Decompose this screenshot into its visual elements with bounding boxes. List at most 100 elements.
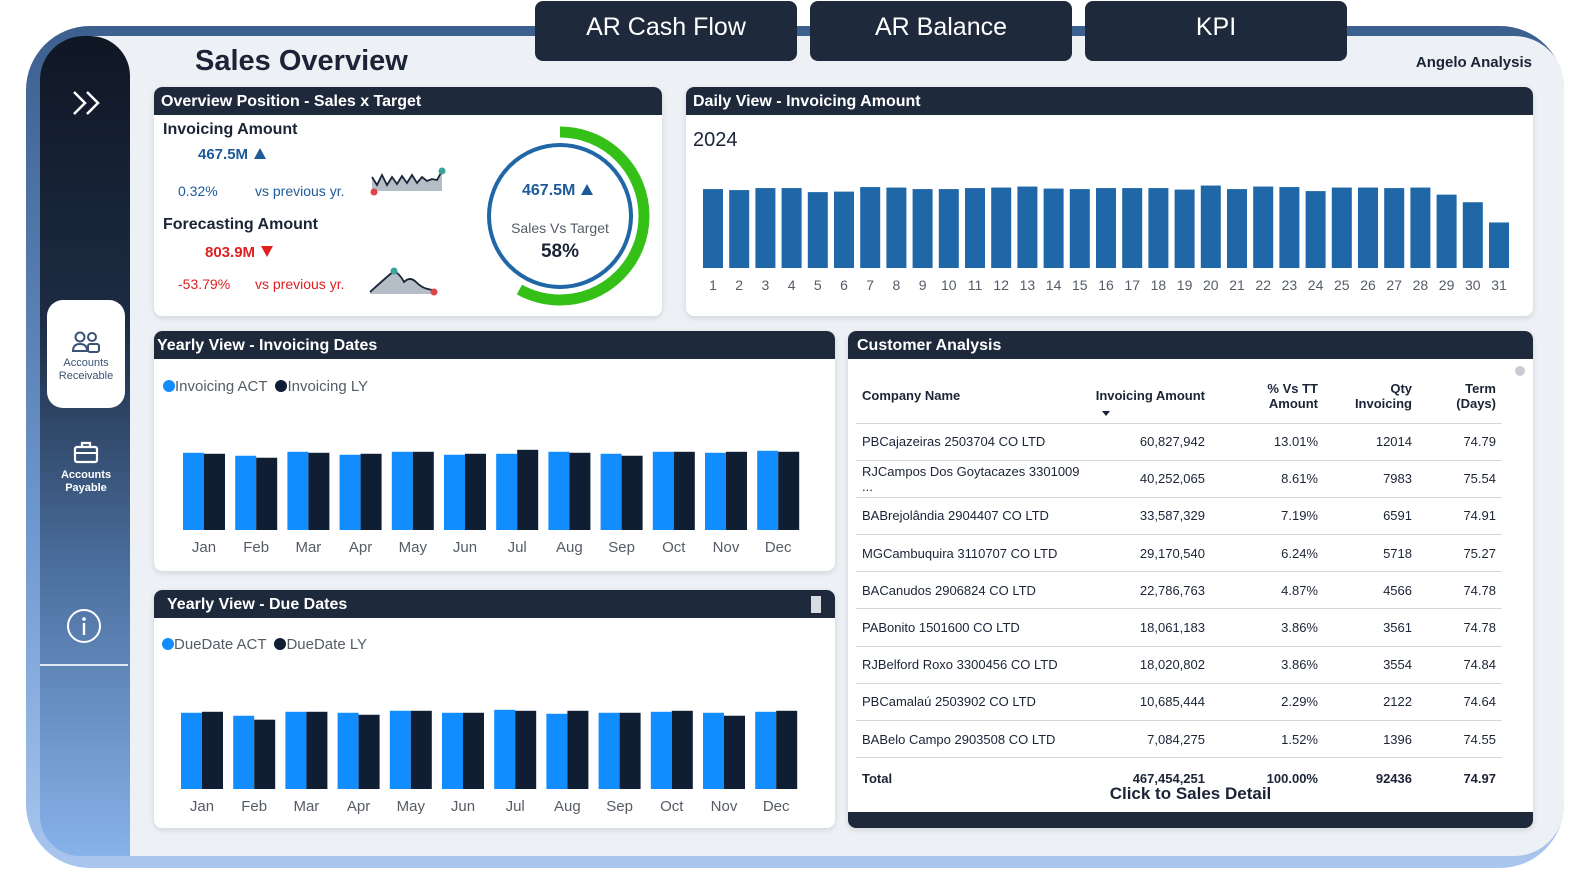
qty-invoicing-cell: 5718	[1324, 534, 1418, 572]
tab-kpi[interactable]: KPI	[1085, 1, 1347, 61]
col-qty-invoicing[interactable]: Qty Invoicing	[1324, 369, 1418, 423]
qty-invoicing-cell: 1396	[1324, 719, 1418, 758]
act-bar	[183, 452, 204, 530]
daily-bar	[729, 190, 750, 268]
pct-vs-tt-cell: 3.86%	[1211, 645, 1324, 684]
company-name-cell: BABelo Campo 2903508 CO LTD	[856, 719, 1086, 758]
daily-x-tick-label: 7	[866, 277, 874, 293]
table-row[interactable]: BACanudos 2906824 CO LTD 22,786,763 4.87% 4…	[856, 571, 1502, 609]
qty-invoicing-cell: 3561	[1324, 608, 1418, 647]
daily-bar	[1174, 189, 1195, 268]
act-bar	[755, 711, 777, 789]
daily-bar	[860, 187, 881, 268]
month-tick-label: Mar	[295, 539, 321, 556]
month-tick-label: Sep	[606, 798, 633, 815]
month-tick-label: Jan	[192, 539, 216, 556]
down-arrow-icon	[261, 246, 274, 257]
qty-invoicing-cell: 2122	[1324, 682, 1418, 721]
ly-bar	[567, 710, 589, 789]
company-name-cell: PABonito 1501600 CO LTD	[856, 608, 1086, 647]
daily-bar	[807, 192, 828, 268]
invoicing-amount-cell: 22,786,763	[1086, 571, 1211, 609]
month-tick-label: Aug	[556, 539, 583, 556]
company-name-cell: RJCampos Dos Goytacazes 3301009 ...	[856, 459, 1086, 498]
focus-mode-icon[interactable]	[811, 596, 821, 613]
ly-bar	[202, 711, 223, 789]
table-row[interactable]: PBCajazeiras 2503704 CO LTD 60,827,942 13.…	[856, 422, 1502, 461]
table-row[interactable]: PABonito 1501600 CO LTD 18,061,183 3.86% 35…	[856, 608, 1502, 647]
company-name-cell: RJBelford Roxo 3300456 CO LTD	[856, 645, 1086, 684]
month-tick-label: Nov	[711, 798, 738, 815]
act-bar	[652, 451, 674, 530]
gauge-value: 467.5M	[522, 182, 593, 200]
nav-accounts-receivable[interactable]: Accounts Receivable	[47, 300, 125, 408]
tab-ar-balance[interactable]: AR Balance	[810, 1, 1072, 61]
invoicing-amount-cell: 18,061,183	[1086, 608, 1211, 647]
yearly-invoicing-bar-chart: Jan Feb Mar Apr May Jun Jul Aug Sep Oct Nov Dec	[183, 449, 800, 556]
sales-vs-target-gauge	[482, 126, 650, 306]
daily-x-tick-label: 18	[1151, 277, 1167, 293]
term-days-cell: 75.54	[1418, 459, 1502, 498]
ly-bar	[569, 452, 591, 530]
act-bar	[442, 712, 463, 789]
legend-ly-label: Invoicing LY	[287, 378, 369, 395]
brand-label: Angelo Analysis	[1415, 54, 1532, 71]
customer-analysis-title: Customer Analysis	[848, 331, 1533, 359]
yearly-due-bar-chart: Jan Feb Mar Apr May Jun Jul Aug Sep Oct Nov Dec	[181, 709, 798, 815]
table-row[interactable]: PBCamalaú 2503902 CO LTD 10,685,444 2.29% 2…	[856, 682, 1502, 721]
month-tick-label: Apr	[347, 798, 370, 815]
daily-x-tick-label: 6	[840, 277, 848, 293]
daily-bar	[1253, 186, 1274, 268]
act-bar	[757, 450, 779, 530]
col-company-name[interactable]: Company Name	[856, 369, 1086, 423]
term-days-cell: 74.78	[1418, 608, 1502, 647]
table-row[interactable]: MGCambuquira 3110707 CO LTD 29,170,540 6.2…	[856, 534, 1502, 572]
tab-ar-cash-flow[interactable]: AR Cash Flow	[535, 1, 797, 61]
daily-bar	[1069, 189, 1090, 268]
ly-bar	[358, 714, 380, 789]
forecasting-sparkline	[369, 267, 438, 296]
info-icon[interactable]	[66, 608, 102, 644]
daily-x-tick-label: 29	[1439, 277, 1455, 293]
term-days-cell: 74.64	[1418, 682, 1502, 721]
col-invoicing-amount[interactable]: Invoicing Amount	[1086, 369, 1211, 423]
col-invoicing-amount-label: Invoicing Amount	[1095, 388, 1205, 404]
table-row[interactable]: BABelo Campo 2903508 CO LTD 7,084,275 1.52…	[856, 719, 1502, 758]
col-term-days[interactable]: Term (Days)	[1418, 369, 1502, 423]
ly-bar	[465, 453, 486, 530]
act-bar	[287, 451, 309, 530]
table-row[interactable]: BABrejolândia 2904407 CO LTD 33,587,329 7.…	[856, 496, 1502, 535]
month-tick-label: Jan	[190, 798, 214, 815]
daily-bar-chart: 1 2 3 4 5 6 7 8 9 10 11 12 13 14 15 16 17 18 19 20 21 22 23 24 2…	[703, 185, 1509, 293]
qty-invoicing-cell: 3554	[1324, 645, 1418, 684]
daily-x-tick-label: 14	[1046, 277, 1062, 293]
act-bar	[233, 715, 255, 789]
ly-bar	[515, 710, 537, 789]
daily-x-tick-label: 16	[1098, 277, 1114, 293]
ly-bar	[463, 712, 484, 789]
expand-chevrons-icon[interactable]	[70, 88, 104, 118]
pct-vs-tt-cell: 2.29%	[1211, 682, 1324, 721]
ly-bar	[254, 719, 276, 789]
nav-accounts-payable[interactable]: Accounts Payable	[47, 438, 125, 502]
ly-bar	[673, 451, 695, 530]
table-row[interactable]: RJCampos Dos Goytacazes 3301009 ... 40,25…	[856, 459, 1502, 498]
col-pct-vs-tt[interactable]: % Vs TT Amount	[1211, 369, 1324, 423]
daily-x-tick-label: 30	[1465, 277, 1481, 293]
table-row[interactable]: RJBelford Roxo 3300456 CO LTD 18,020,802 3…	[856, 645, 1502, 684]
daily-bar	[755, 188, 776, 268]
invoicing-amount-cell: 18,020,802	[1086, 645, 1211, 684]
gauge-pct: 58%	[540, 241, 580, 262]
legend-act-swatch	[163, 380, 175, 392]
invoicing-amount-cell: 40,252,065	[1086, 459, 1211, 498]
sales-detail-link[interactable]: Click to Sales Detail	[848, 784, 1533, 804]
invoicing-amount-cell: 10,685,444	[1086, 682, 1211, 721]
table-scrollbar-thumb[interactable]	[1515, 366, 1525, 376]
daily-x-tick-label: 15	[1072, 277, 1088, 293]
ly-bar	[517, 449, 539, 530]
act-bar	[546, 713, 568, 789]
customer-analysis-card: Customer Analysis Company Name Invoicing…	[848, 331, 1533, 828]
daily-bar	[1227, 189, 1247, 268]
daily-bar	[965, 188, 985, 268]
month-tick-label: Feb	[243, 539, 269, 556]
